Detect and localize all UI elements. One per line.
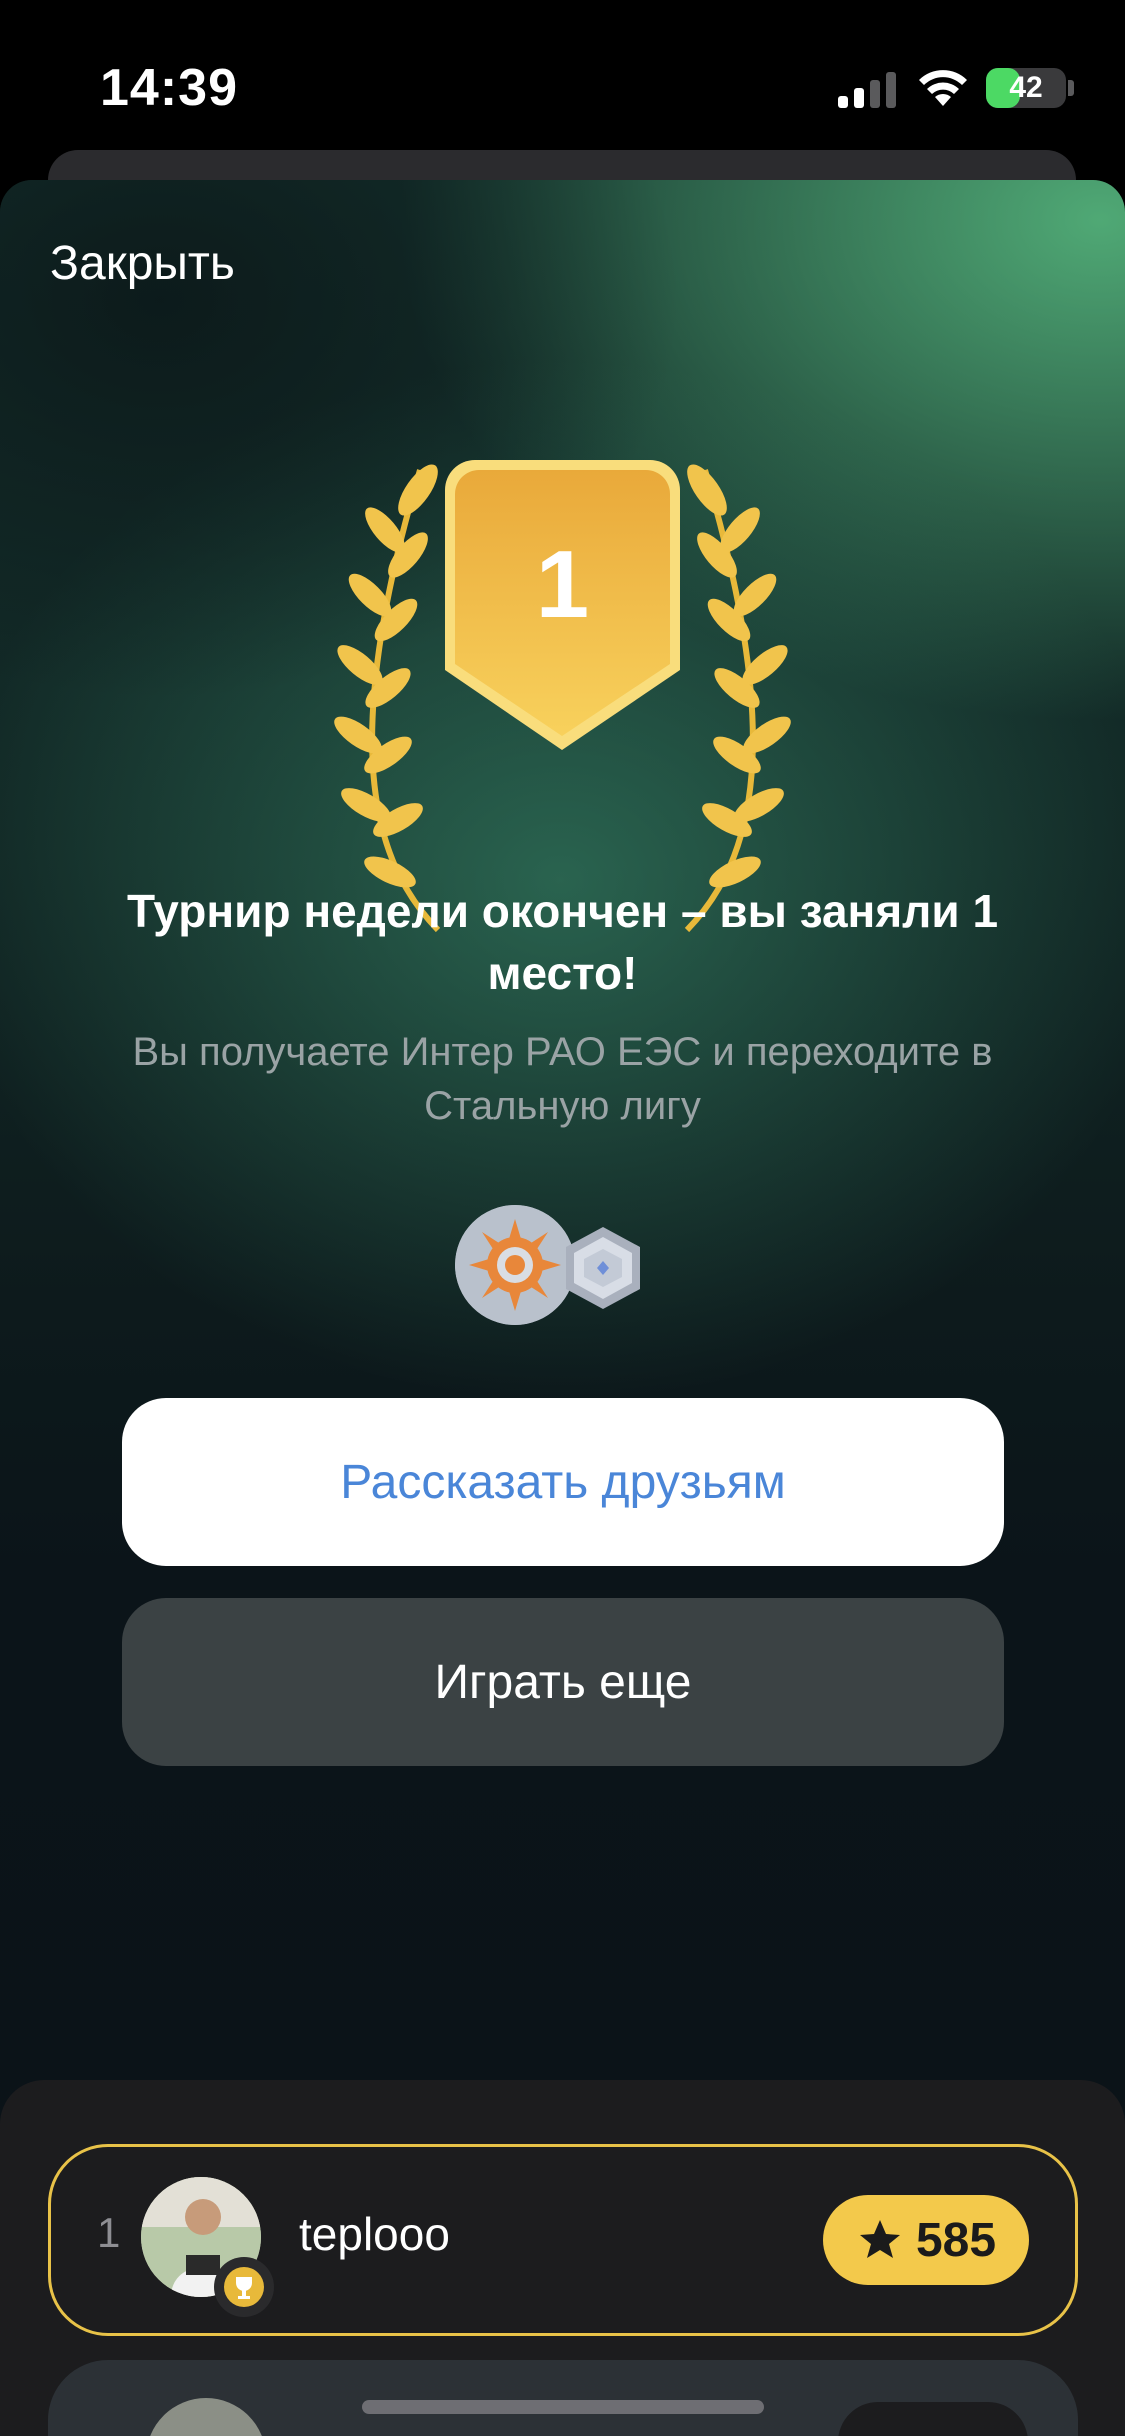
- leaderboard-row-next[interactable]: [48, 2360, 1078, 2436]
- play-again-button[interactable]: Играть еще: [122, 1598, 1004, 1766]
- leaderboard-username: teplooo: [299, 2208, 450, 2260]
- battery-level: 42: [1009, 71, 1043, 104]
- score-value: 585: [915, 2213, 997, 2267]
- close-button[interactable]: Закрыть: [50, 236, 235, 291]
- battery-cap: [1068, 80, 1074, 96]
- wifi-icon: [919, 70, 967, 106]
- leaderboard-row-current-user[interactable]: 1 teplooo 585: [48, 2144, 1078, 2336]
- screen: 14:39 42 Закрыть 1 Турнир недели окончен…: [0, 0, 1125, 2436]
- result-headline: Турнир недели окончен – вы заняли 1 мест…: [126, 885, 999, 999]
- trophy-icon: [224, 2267, 264, 2307]
- inter-rao-logo-icon: [455, 1205, 575, 1325]
- avatar: [146, 2398, 266, 2436]
- status-time: 14:39: [100, 59, 238, 117]
- reward-icons: [455, 1205, 655, 1330]
- status-bar: 14:39 42: [0, 0, 1125, 150]
- share-button[interactable]: Рассказать друзьям: [122, 1398, 1004, 1566]
- steel-league-badge-icon: [566, 1227, 640, 1309]
- cellular-signal-icon: [838, 72, 896, 108]
- leaderboard-position: 1: [97, 2209, 121, 2256]
- score-badge: 585: [823, 2195, 1029, 2285]
- home-indicator: [362, 2400, 764, 2414]
- laurel-right-icon: [684, 464, 791, 933]
- battery-icon: 42: [986, 68, 1066, 108]
- rank-number: 1: [535, 531, 590, 638]
- score-badge: [838, 2402, 1028, 2436]
- result-description: Вы получаете Интер РАО ЕЭС и переходите …: [132, 1030, 993, 1128]
- trophy-badge: [214, 2257, 274, 2317]
- laurel-left-icon: [334, 464, 441, 933]
- star-icon: [859, 2220, 900, 2258]
